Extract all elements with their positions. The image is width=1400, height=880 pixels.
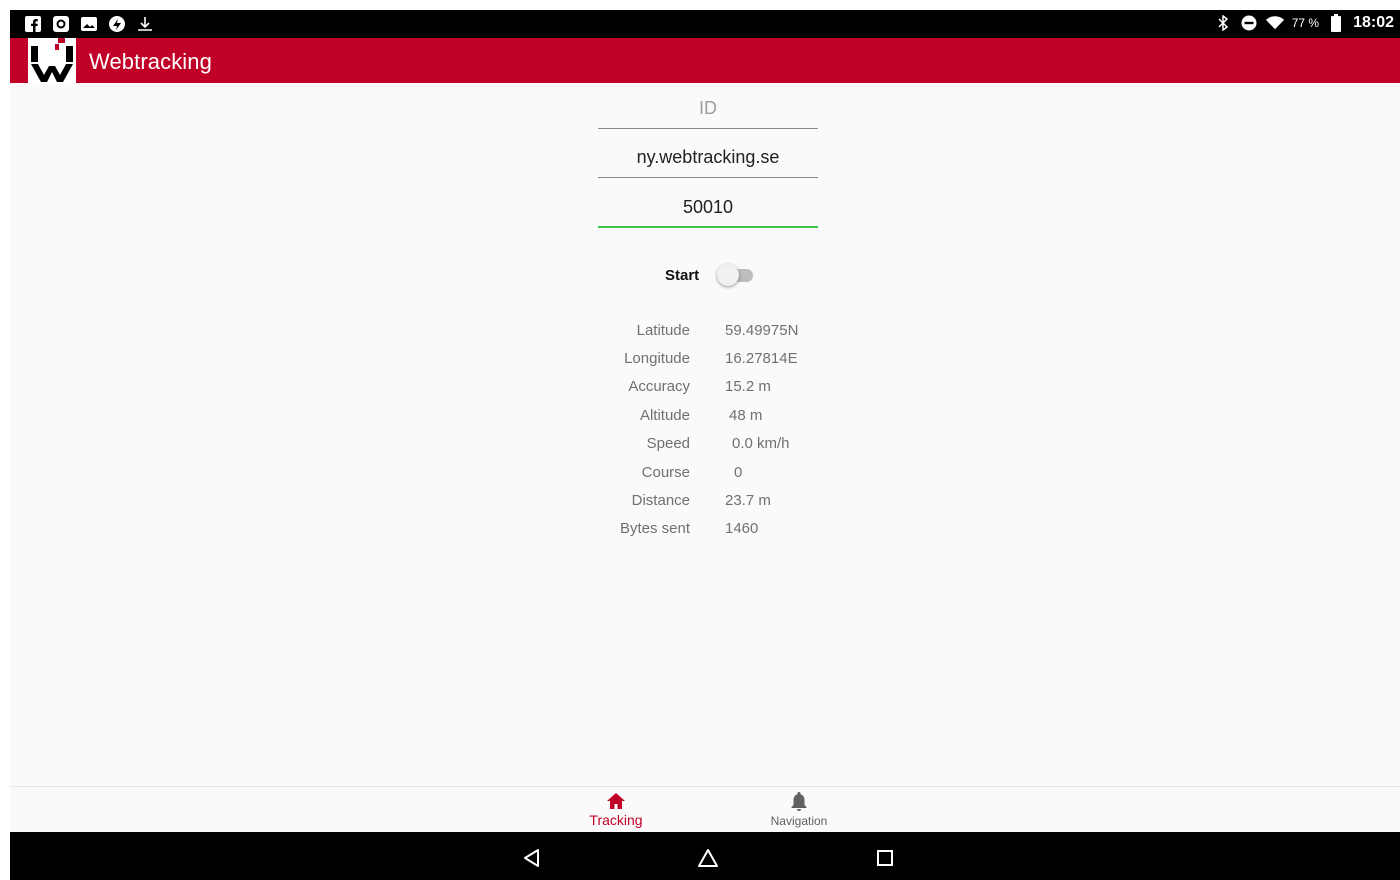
download-icon <box>136 15 154 33</box>
status-bar-notifications <box>24 15 154 33</box>
info-label: Bytes sent <box>619 520 690 538</box>
info-value: 0.0 km/h <box>732 435 790 453</box>
recent-apps-icon[interactable] <box>873 846 897 870</box>
nav-navigation-label: Navigation <box>770 814 828 828</box>
clock: 18:02 <box>1353 14 1394 31</box>
info-row-altitude: Altitude 48 m <box>600 401 840 429</box>
info-row-longitude: Longitude 16.27814E <box>600 344 840 372</box>
back-icon[interactable] <box>520 846 544 870</box>
do-not-disturb-icon <box>1240 14 1258 32</box>
battery-percent: 77 % <box>1291 16 1320 30</box>
nav-tracking-label: Tracking <box>589 812 643 828</box>
info-label: Latitude <box>636 321 690 339</box>
nav-navigation-tab[interactable]: Navigation <box>754 789 844 833</box>
start-toggle[interactable] <box>717 264 755 286</box>
host-field[interactable] <box>598 138 818 178</box>
port-underline <box>598 226 818 228</box>
host-underline <box>598 177 818 178</box>
port-input[interactable] <box>598 188 818 226</box>
home-button-icon[interactable] <box>696 846 720 870</box>
system-navigation-bar <box>10 832 1400 880</box>
info-row-distance: Distance 23.7 m <box>600 486 840 514</box>
info-label: Course <box>641 463 690 481</box>
info-row-bytes-sent: Bytes sent 1460 <box>600 515 840 543</box>
id-underline <box>598 128 818 129</box>
status-bar: 77 % 18:02 <box>10 10 1400 38</box>
record-icon <box>52 15 70 33</box>
bluetooth-icon <box>1214 14 1232 32</box>
info-value: 15.2 m <box>725 378 771 396</box>
info-value: 48 m <box>729 406 763 424</box>
webtracking-logo <box>28 38 76 84</box>
start-row: Start <box>665 264 755 286</box>
battery-icon <box>1327 14 1345 32</box>
start-label: Start <box>665 266 700 284</box>
wifi-icon <box>1265 14 1284 32</box>
port-field[interactable] <box>598 188 818 228</box>
info-value: 59.49975N <box>725 321 799 339</box>
info-label: Longitude <box>624 350 690 368</box>
nav-tracking-tab[interactable]: Tracking <box>571 789 661 833</box>
info-value: 1460 <box>725 520 759 538</box>
info-label: Speed <box>646 435 690 453</box>
info-row-accuracy: Accuracy 15.2 m <box>600 373 840 401</box>
home-icon <box>607 793 625 809</box>
facebook-icon <box>24 15 42 33</box>
app-bar: Webtracking <box>10 38 1400 84</box>
id-field[interactable] <box>598 89 818 129</box>
info-row-course: Course 0 <box>600 458 840 486</box>
image-icon <box>80 15 98 33</box>
host-input[interactable] <box>598 138 818 176</box>
info-row-speed: Speed 0.0 km/h <box>600 430 840 458</box>
bell-icon <box>791 792 807 811</box>
info-row-latitude: Latitude 59.49975N <box>600 316 840 344</box>
notification-icon <box>108 15 126 33</box>
bottom-navigation: Tracking Navigation <box>10 786 1400 832</box>
location-info: Latitude 59.49975N Longitude 16.27814E A… <box>600 316 840 543</box>
info-value: 0 <box>734 463 743 481</box>
app-title: Webtracking <box>89 49 212 74</box>
info-value: 23.7 m <box>725 492 771 510</box>
info-label: Distance <box>631 492 690 510</box>
toggle-thumb <box>717 264 740 286</box>
app-screen: 77 % 18:02 Webtracking ID ny.webtracking… <box>10 10 1400 880</box>
info-value: 16.27814E <box>725 350 798 368</box>
id-input[interactable] <box>598 89 818 127</box>
info-label: Altitude <box>639 406 690 424</box>
status-bar-system: 77 % 18:02 <box>1214 14 1394 32</box>
info-label: Accuracy <box>628 378 690 396</box>
